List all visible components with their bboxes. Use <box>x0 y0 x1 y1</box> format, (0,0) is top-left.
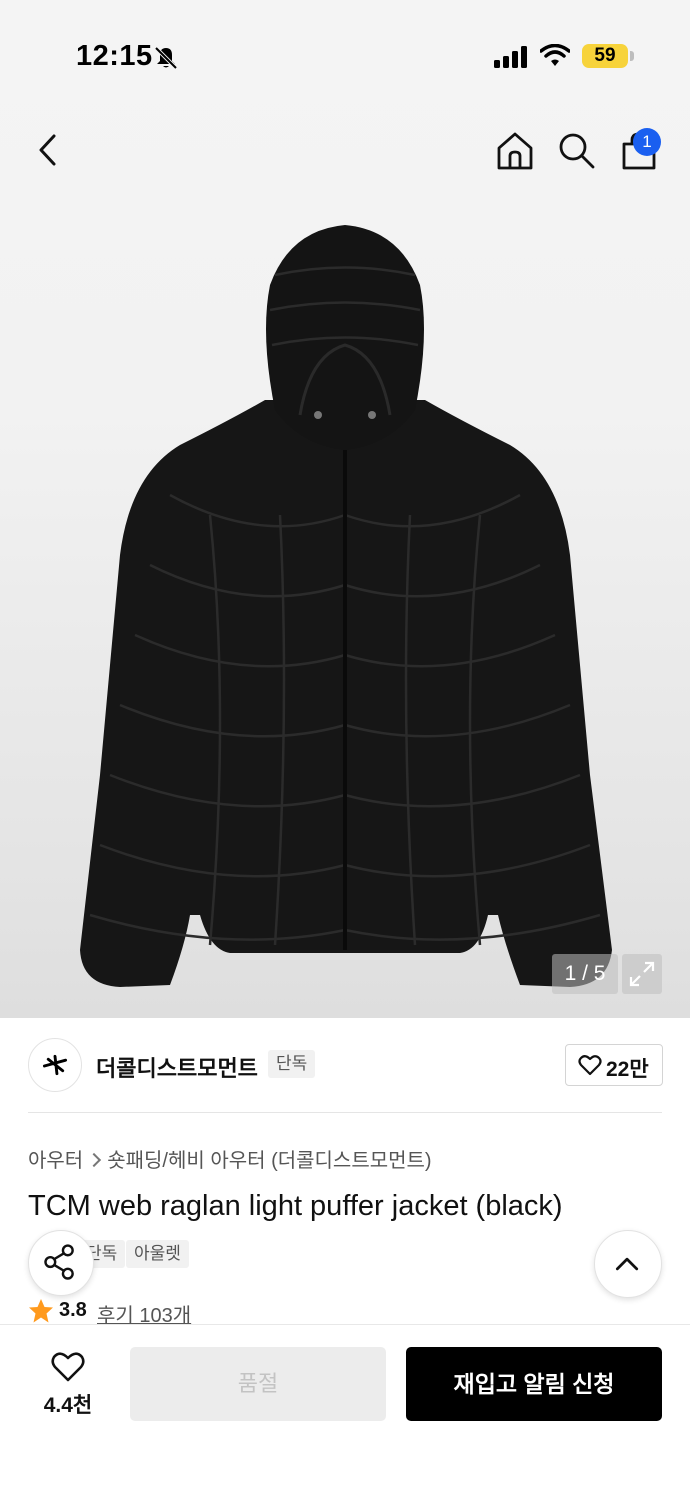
status-bar: 12:15 59 <box>0 0 690 110</box>
share-button[interactable] <box>28 1230 94 1296</box>
rating-value: 3.8 <box>59 1299 87 1321</box>
signal-icon <box>494 46 527 68</box>
home-icon[interactable] <box>494 130 536 172</box>
chevron-up-icon <box>615 1257 639 1271</box>
star-icon <box>29 1299 53 1323</box>
product-image[interactable] <box>60 215 630 995</box>
breadcrumb-subcategory[interactable]: 숏패딩/헤비 아우터 (더콜디스트모먼트) <box>107 1144 431 1173</box>
heart-icon[interactable] <box>50 1351 86 1383</box>
wifi-icon <box>540 44 570 66</box>
divider <box>28 1112 662 1113</box>
heart-icon <box>578 1055 602 1076</box>
brand-name[interactable]: 더콜디스트모먼트 <box>96 1051 258 1083</box>
restock-alert-button[interactable]: 재입고 알림 신청 <box>406 1347 662 1421</box>
chevron-right-icon <box>87 1152 102 1168</box>
cart-badge: 1 <box>633 128 661 156</box>
brand-like-count: 22만 <box>606 1058 649 1081</box>
share-icon <box>44 1244 74 1280</box>
brand-logo-icon <box>42 1054 68 1076</box>
back-arrow-icon[interactable] <box>26 128 70 172</box>
expand-icon <box>629 961 655 987</box>
breadcrumb: 아우터 숏패딩/헤비 아우터 (더콜디스트모먼트) <box>28 1144 432 1173</box>
scroll-top-button[interactable] <box>594 1230 662 1298</box>
search-icon[interactable] <box>556 130 596 170</box>
battery-icon: 59 <box>582 44 628 68</box>
product-title: TCM web raglan light puffer jacket (blac… <box>28 1190 563 1222</box>
bell-slash-icon <box>154 46 178 70</box>
image-counter: 1 / 5 <box>552 954 618 994</box>
brand-like-button[interactable]: 22만 <box>565 1044 663 1086</box>
battery-tip <box>630 51 634 61</box>
bottom-action-bar: 4.4천 품절 재입고 알림 신청 <box>0 1324 690 1500</box>
expand-button[interactable] <box>622 954 662 994</box>
exclusive-tag: 단독 <box>268 1050 316 1078</box>
breadcrumb-category[interactable]: 아우터 <box>28 1144 83 1173</box>
brand-logo[interactable] <box>28 1038 82 1092</box>
tag-outlet: 아울렛 <box>126 1240 189 1268</box>
wish-count: 4.4천 <box>43 1394 93 1417</box>
soldout-button: 품절 <box>130 1347 386 1421</box>
status-time: 12:15 <box>76 40 153 72</box>
